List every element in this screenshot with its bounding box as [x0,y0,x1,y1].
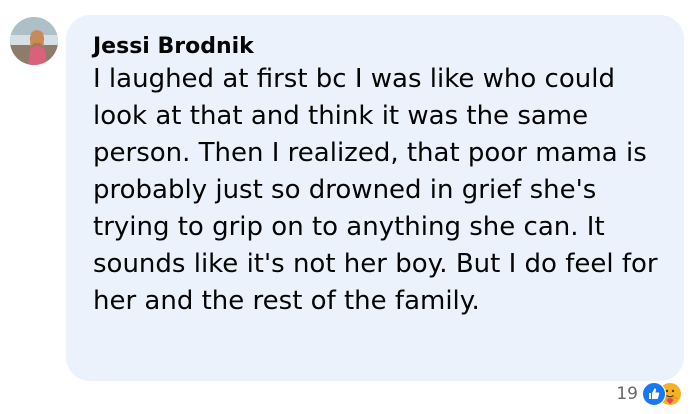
author-name[interactable]: Jessi Brodnik [93,35,660,59]
reaction-icons [642,381,684,407]
reactions-summary[interactable]: 19 [616,381,684,407]
like-icon [642,382,666,406]
avatar-photo [10,17,58,65]
comment-bubble: Jessi Brodnik I laughed at first bc I wa… [66,15,684,381]
comment-text: I laughed at first bc I was like who cou… [93,64,658,316]
reaction-count: 19 [616,384,638,404]
comment: Jessi Brodnik I laughed at first bc I wa… [0,0,700,414]
avatar[interactable] [10,17,58,65]
